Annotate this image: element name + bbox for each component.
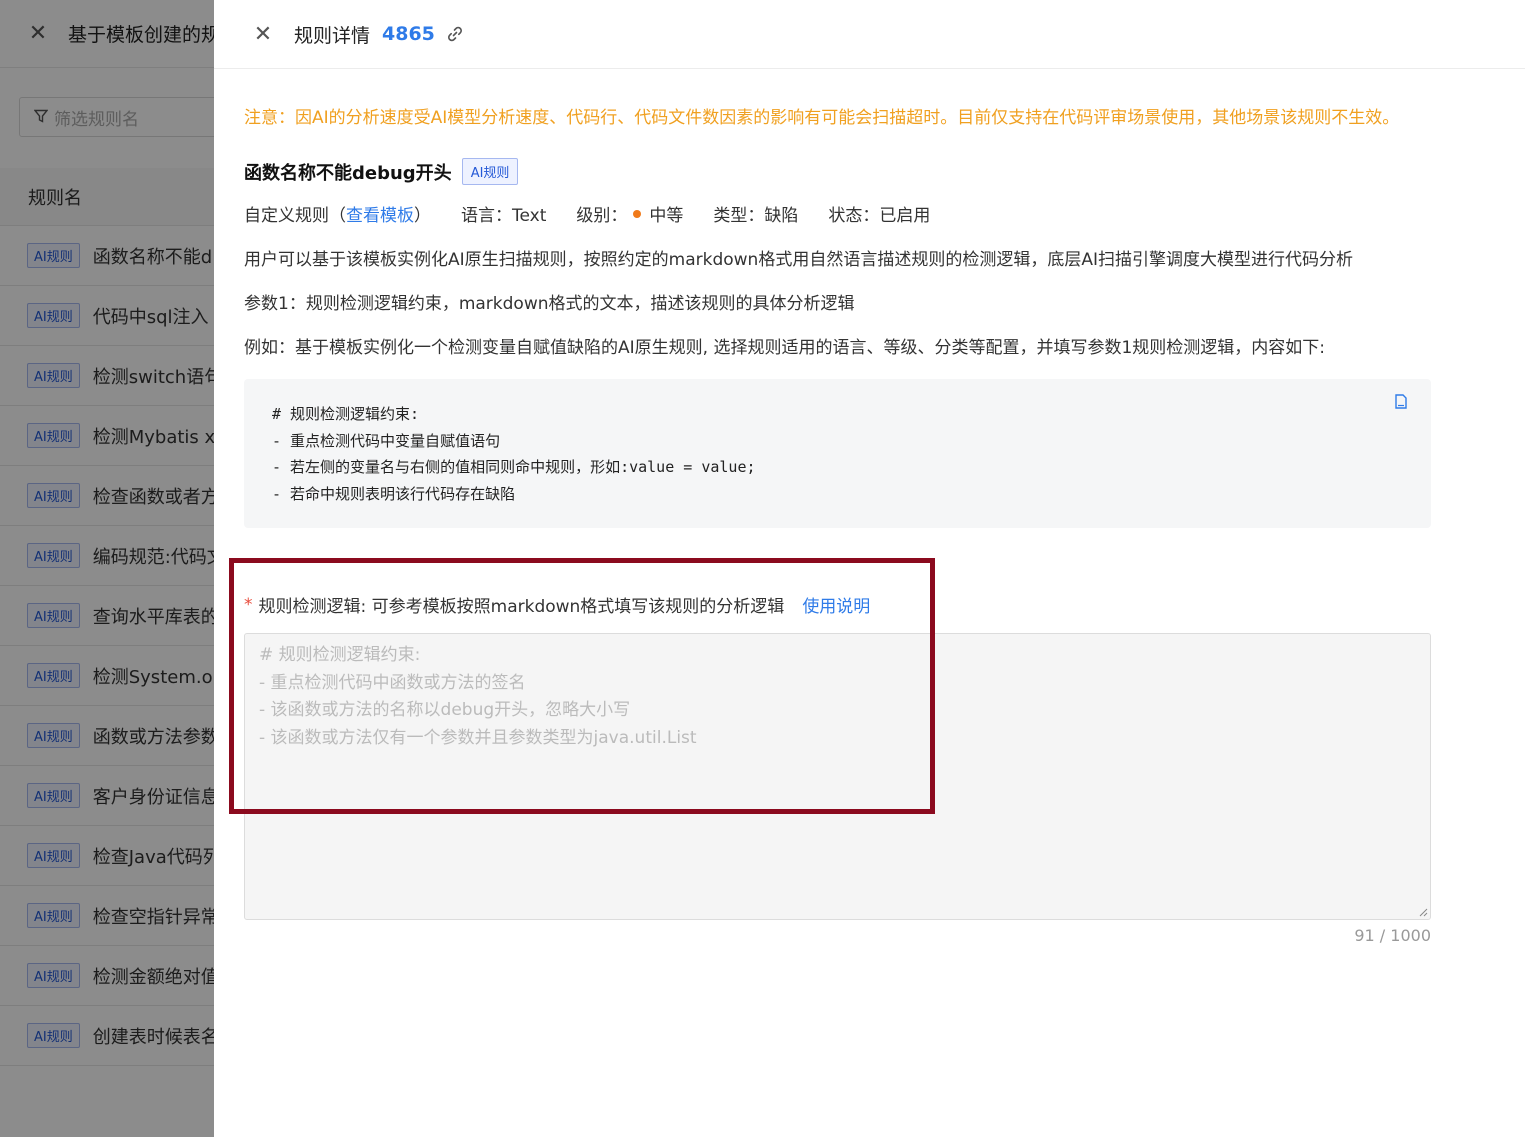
notice-text: 注意：因AI的分析速度受AI模型分析速度、代码行、代码文件数因素的影响有可能会扫… — [244, 108, 1400, 128]
placeholder-line: - 重点检测代码中函数或方法的签名 — [259, 672, 526, 693]
level-value: 中等 — [649, 206, 684, 226]
example-text: 例如：基于模板实例化一个检测变量自赋值缺陷的AI原生规则, 选择规则适用的语言、… — [244, 338, 1325, 358]
level-label: 级别： — [576, 206, 628, 226]
rule-meta: 自定义规则（ 查看模板） 语言：Text 级别： 中等 类型：缺陷 状态：已启用 — [244, 201, 1434, 226]
copy-icon[interactable] — [1393, 393, 1409, 411]
resize-handle-icon[interactable] — [1418, 907, 1428, 917]
param1-text: 参数1：规则检测逻辑约束，markdown格式的文本，描述该规则的具体分析逻辑 — [244, 294, 855, 314]
level-dot-icon — [633, 209, 642, 218]
code-line: - 重点检测代码中变量自赋值语句 — [272, 431, 501, 450]
usage-instructions-link[interactable]: 使用说明 — [802, 592, 870, 617]
rule-id: 4865 — [382, 23, 435, 45]
description-text: 用户可以基于该模板实例化AI原生扫描规则，按照约定的markdown格式用自然语… — [244, 250, 1353, 270]
code-line: - 若左侧的变量名与右侧的值相同则命中规则，形如:value = value; — [272, 458, 756, 476]
example-code-block: # 规则检测逻辑约束: - 重点检测代码中变量自赋值语句 - 若左侧的变量名与右… — [244, 379, 1431, 528]
language-info: 语言：Text — [461, 206, 547, 226]
placeholder-line: - 该函数或方法仅有一个参数并且参数类型为java.util.List — [259, 727, 697, 748]
view-template-link[interactable]: 查看模板 — [346, 201, 414, 226]
logic-field-label-row: * 规则检测逻辑: 可参考模板按照markdown格式填写该规则的分析逻辑 使用… — [244, 592, 1434, 618]
char-counter: 91 / 1000 — [1354, 926, 1431, 945]
type-info: 类型：缺陷 — [713, 206, 799, 226]
link-icon[interactable] — [445, 24, 465, 44]
drawer-title: 规则详情 — [294, 24, 371, 47]
custom-rule-info: 自定义规则（ 查看模板） — [244, 201, 431, 226]
required-mark: * — [244, 594, 253, 615]
rule-name: 函数名称不能debug开头 — [244, 162, 452, 184]
custom-rule-label: 自定义规则（ — [244, 206, 346, 226]
code-line: - 若命中规则表明该行代码存在缺陷 — [272, 484, 516, 503]
close-icon[interactable]: ✕ — [252, 22, 274, 47]
drawer-body: 注意：因AI的分析速度受AI模型分析速度、代码行、代码文件数因素的影响有可能会扫… — [244, 69, 1434, 945]
custom-rule-suffix: ） — [414, 206, 431, 226]
ai-rule-tag: AI规则 — [461, 158, 519, 185]
rule-title-row: 函数名称不能debug开头 AI规则 — [244, 158, 1434, 185]
logic-textarea[interactable]: # 规则检测逻辑约束: - 重点检测代码中函数或方法的签名 - 该函数或方法的名… — [244, 633, 1431, 920]
placeholder-line: - 该函数或方法的名称以debug开头，忽略大小写 — [259, 700, 631, 720]
status-info: 状态：已启用 — [828, 206, 931, 226]
code-line: # 规则检测逻辑约束: — [272, 405, 420, 423]
level-info: 级别： 中等 — [576, 201, 683, 226]
rule-detail-drawer: ✕ 规则详情 4865 注意：因AI的分析速度受AI模型分析速度、代码行、代码文… — [214, 0, 1525, 1137]
logic-field-label: 规则检测逻辑: 可参考模板按照markdown格式填写该规则的分析逻辑 — [258, 597, 785, 617]
drawer-header: ✕ 规则详情 4865 — [214, 0, 1525, 69]
placeholder-line: # 规则检测逻辑约束: — [259, 645, 421, 665]
